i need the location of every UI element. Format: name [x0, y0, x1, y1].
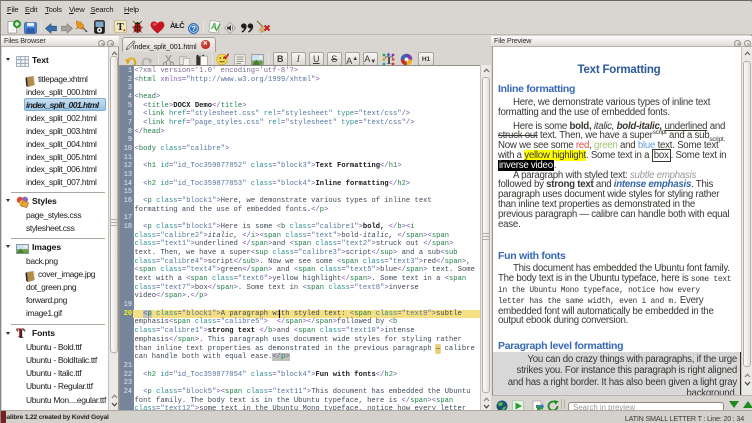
svg-text:?: ? — [191, 24, 196, 33]
svg-text:T: T — [117, 22, 124, 33]
